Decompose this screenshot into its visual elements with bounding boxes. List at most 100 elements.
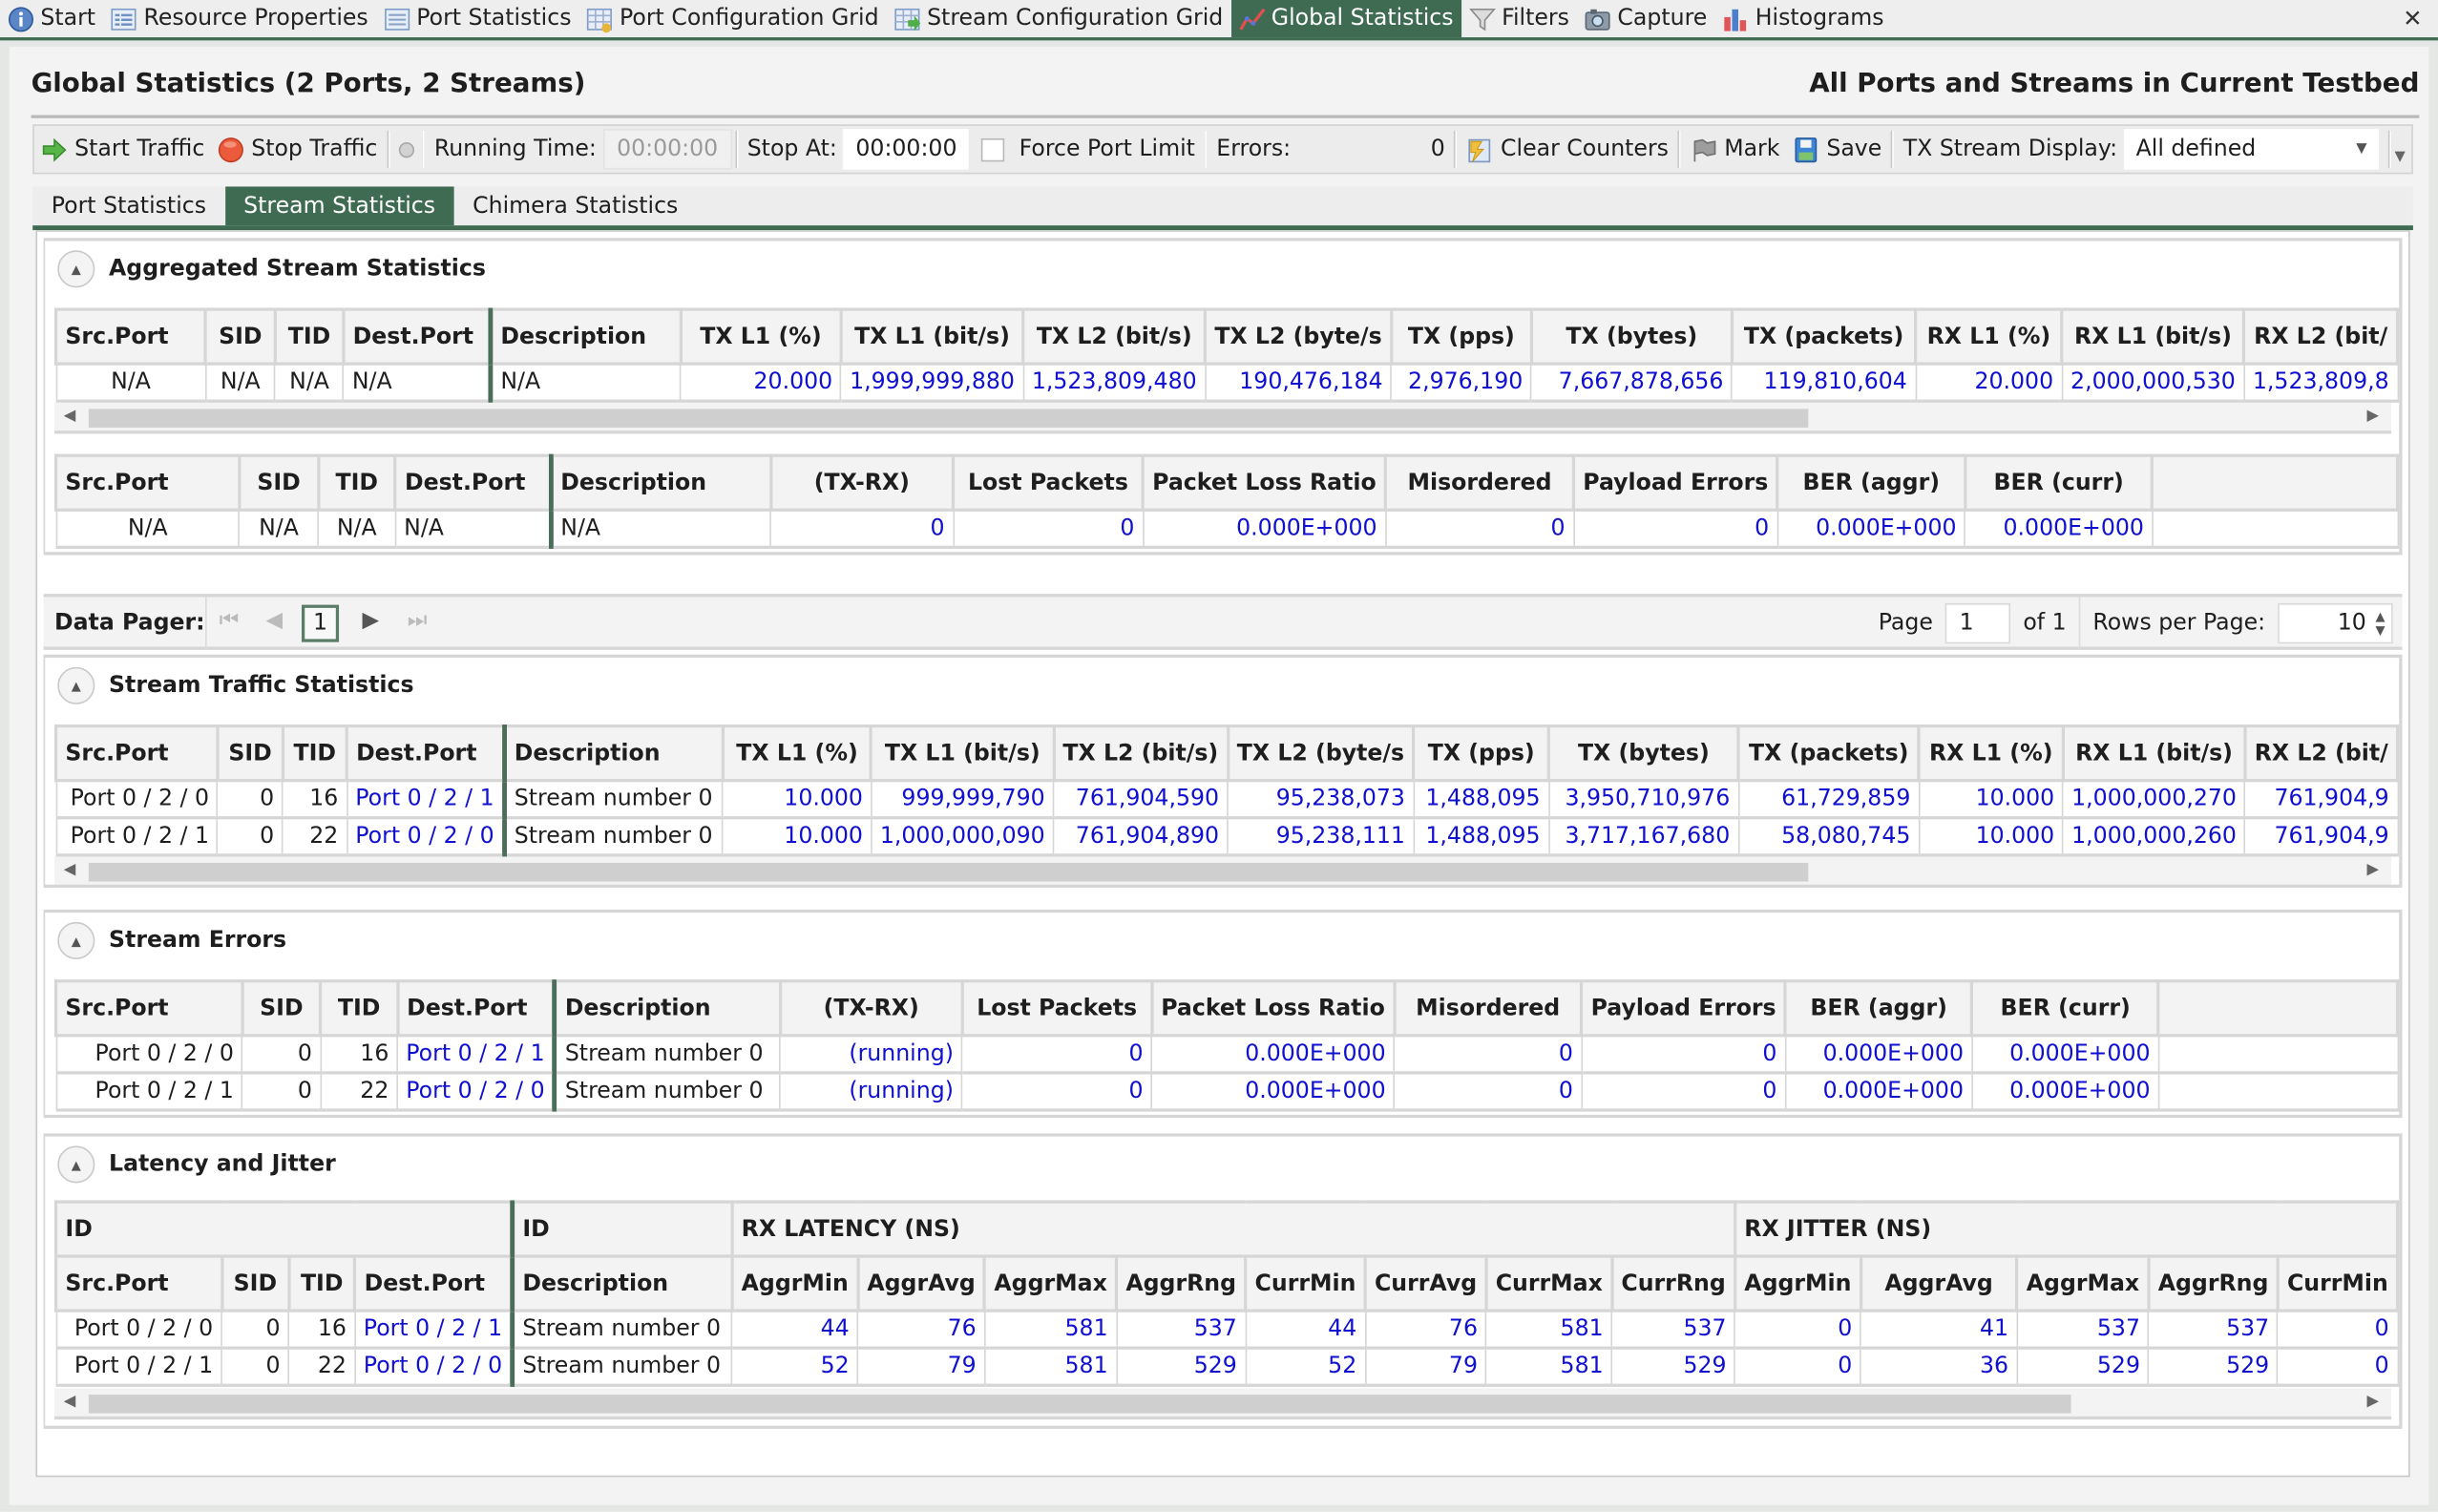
stop-at-input[interactable]: 00:00:00 bbox=[843, 129, 970, 170]
table-row[interactable]: Port 0 / 2 / 1 0 22 Port 0 / 2 / 0 Stream nu… bbox=[54, 816, 2399, 857]
column-header[interactable]: Misordered bbox=[1383, 453, 1576, 512]
collapse-button[interactable]: ▲ bbox=[57, 666, 95, 704]
checkbox-box[interactable] bbox=[981, 137, 1005, 161]
tab-chimera-statistics[interactable]: Chimera Statistics bbox=[454, 186, 697, 225]
tab-start[interactable]: Start bbox=[0, 0, 103, 37]
horizontal-scrollbar[interactable]: ◀ ▶ bbox=[54, 856, 2392, 889]
dest-port-link[interactable]: Port 0 / 2 / 1 bbox=[396, 1034, 557, 1075]
first-page-icon[interactable]: ⏮ bbox=[220, 608, 240, 633]
horizontal-scrollbar[interactable]: ◀ ▶ bbox=[54, 1388, 2392, 1420]
tab-stream-configuration-grid[interactable]: Stream Configuration Grid bbox=[887, 0, 1231, 37]
stop-traffic-button[interactable]: Stop Traffic bbox=[211, 126, 384, 173]
column-header[interactable]: CurrRng bbox=[1609, 1254, 1737, 1312]
column-header[interactable]: AggrAvg bbox=[1859, 1254, 2019, 1312]
table-row[interactable]: Port 0 / 2 / 0 0 16 Port 0 / 2 / 1 Stream nu… bbox=[54, 1034, 2399, 1075]
force-port-limit-checkbox[interactable]: Force Port Limit bbox=[970, 126, 1202, 173]
column-header[interactable]: RX L1 (bit/s) bbox=[2060, 307, 2246, 366]
column-header[interactable]: CurrMax bbox=[1484, 1254, 1614, 1312]
scroll-right-icon[interactable]: ▶ bbox=[2367, 861, 2380, 878]
column-header[interactable]: SID bbox=[238, 453, 320, 512]
column-header[interactable]: Dest.Port bbox=[345, 724, 506, 783]
clear-counters-button[interactable]: Clear Counters bbox=[1461, 126, 1675, 173]
column-header[interactable]: TX L2 (byte/s bbox=[1203, 307, 1394, 366]
tab-capture[interactable]: Capture bbox=[1577, 0, 1714, 37]
column-header[interactable]: Dest.Port bbox=[393, 453, 553, 512]
start-traffic-button[interactable]: Start Traffic bbox=[34, 126, 211, 173]
previous-page-icon[interactable]: ◀ bbox=[266, 608, 284, 633]
table-row[interactable]: Port 0 / 2 / 0 0 16 Port 0 / 2 / 1 Stream nu… bbox=[54, 1310, 2399, 1350]
table-row[interactable]: Port 0 / 2 / 1 0 22 Port 0 / 2 / 0 Stream nu… bbox=[54, 1347, 2399, 1387]
scroll-right-icon[interactable]: ▶ bbox=[2367, 408, 2380, 425]
table-row[interactable]: Port 0 / 2 / 1 0 22 Port 0 / 2 / 0 Stream nu… bbox=[54, 1072, 2399, 1112]
close-icon[interactable]: ✕ bbox=[2403, 5, 2422, 32]
column-header[interactable]: TX (bytes) bbox=[1546, 724, 1740, 783]
dest-port-link[interactable]: Port 0 / 2 / 0 bbox=[354, 1347, 514, 1387]
column-header[interactable]: SID bbox=[241, 979, 323, 1038]
column-header[interactable]: SID bbox=[203, 307, 277, 366]
mark-button[interactable]: Mark bbox=[1684, 126, 1786, 173]
dest-port-link[interactable]: Port 0 / 2 / 0 bbox=[346, 816, 506, 857]
column-header[interactable]: BER (curr) bbox=[1963, 453, 2154, 512]
collapse-button[interactable]: ▲ bbox=[57, 1145, 95, 1184]
column-header[interactable]: Dest.Port bbox=[395, 979, 557, 1038]
column-header[interactable]: AggrAvg bbox=[855, 1254, 987, 1312]
column-header[interactable]: Description bbox=[552, 979, 783, 1038]
column-header[interactable]: Description bbox=[501, 724, 725, 783]
column-header[interactable]: Dest.Port bbox=[342, 307, 493, 366]
column-header[interactable]: BER (curr) bbox=[1970, 979, 2161, 1038]
column-header[interactable]: Dest.Port bbox=[353, 1254, 515, 1312]
collapse-button[interactable]: ▲ bbox=[57, 250, 95, 288]
column-header[interactable]: Lost Packets bbox=[951, 453, 1145, 512]
scrollbar-thumb[interactable] bbox=[88, 409, 1809, 428]
scrollbar-thumb[interactable] bbox=[88, 862, 1809, 882]
column-header[interactable]: TX (pps) bbox=[1389, 307, 1533, 366]
column-header[interactable]: RX L1 (%) bbox=[1917, 724, 2065, 783]
column-header[interactable]: BER (aggr) bbox=[1783, 979, 1974, 1038]
column-header[interactable]: Description bbox=[488, 307, 683, 366]
column-header[interactable]: Payload Errors bbox=[1571, 453, 1779, 512]
collapse-button[interactable]: ▲ bbox=[57, 921, 95, 959]
column-header[interactable]: SID bbox=[220, 1254, 291, 1312]
tab-port-statistics-sub[interactable]: Port Statistics bbox=[32, 186, 224, 225]
dest-port-link[interactable]: Port 0 / 2 / 0 bbox=[396, 1072, 557, 1112]
column-header[interactable]: TID bbox=[319, 979, 399, 1038]
column-header[interactable]: Lost Packets bbox=[960, 979, 1154, 1038]
column-header[interactable]: Src.Port bbox=[54, 453, 242, 512]
column-header[interactable]: TX (packets) bbox=[1736, 724, 1921, 783]
column-header[interactable]: RX L1 (%) bbox=[1914, 307, 2064, 366]
page-number-input[interactable]: 1 bbox=[1944, 602, 2011, 644]
column-header[interactable]: (TX-RX) bbox=[778, 979, 964, 1038]
column-header[interactable]: TX L1 (bit/s) bbox=[870, 724, 1056, 783]
table-row[interactable]: Port 0 / 2 / 0 0 16 Port 0 / 2 / 1 Stream nu… bbox=[54, 779, 2399, 820]
column-header[interactable]: Packet Loss Ratio bbox=[1149, 979, 1397, 1038]
last-page-icon[interactable]: ⏭ bbox=[408, 608, 428, 633]
column-header[interactable]: AggrRng bbox=[2147, 1254, 2280, 1312]
table-row[interactable]: N/A N/A N/A N/A N/A 20.000 1,999,999,880 1,523,… bbox=[54, 363, 2399, 403]
tab-resource-properties[interactable]: Resource Properties bbox=[103, 0, 376, 37]
dest-port-link[interactable]: Port 0 / 2 / 1 bbox=[354, 1310, 514, 1350]
column-header[interactable]: SID bbox=[216, 724, 284, 783]
table-row[interactable]: N/A N/A N/A N/A N/A 0 0 0.000E+000 0 0 0.000E+000 0… bbox=[54, 509, 2399, 549]
column-header[interactable]: TX L1 (%) bbox=[679, 307, 843, 366]
next-page-icon[interactable]: ▶ bbox=[363, 608, 380, 633]
column-header[interactable] bbox=[2156, 979, 2400, 1038]
column-header[interactable]: AggrRng bbox=[1114, 1254, 1248, 1312]
column-header[interactable]: TX L2 (byte/s bbox=[1226, 724, 1416, 783]
column-header[interactable]: CurrAvg bbox=[1363, 1254, 1488, 1312]
column-header[interactable]: TX (packets) bbox=[1730, 307, 1918, 366]
dest-port-link[interactable]: Port 0 / 2 / 1 bbox=[346, 779, 506, 820]
tab-histograms[interactable]: Histograms bbox=[1714, 0, 1891, 37]
column-header[interactable]: RX L2 (bit/ bbox=[2243, 724, 2400, 783]
column-header[interactable]: TID bbox=[273, 307, 346, 366]
column-header[interactable]: TID bbox=[281, 724, 348, 783]
column-header[interactable]: TX (pps) bbox=[1412, 724, 1551, 783]
column-header[interactable]: RX L2 (bit/ bbox=[2242, 307, 2400, 366]
tab-port-configuration-grid[interactable]: Port Configuration Grid bbox=[579, 0, 887, 37]
column-header[interactable]: Packet Loss Ratio bbox=[1141, 453, 1388, 512]
column-header[interactable]: AggrMin bbox=[1733, 1254, 1862, 1312]
column-header[interactable]: TX L2 (bit/s) bbox=[1021, 307, 1208, 366]
tx-stream-display-select[interactable]: All defined ▼ bbox=[2123, 129, 2380, 170]
tab-port-statistics[interactable]: Port Statistics bbox=[376, 0, 579, 37]
scroll-left-icon[interactable]: ◀ bbox=[64, 1393, 76, 1410]
toolbar-overflow-icon[interactable]: ▼ bbox=[2394, 134, 2405, 164]
